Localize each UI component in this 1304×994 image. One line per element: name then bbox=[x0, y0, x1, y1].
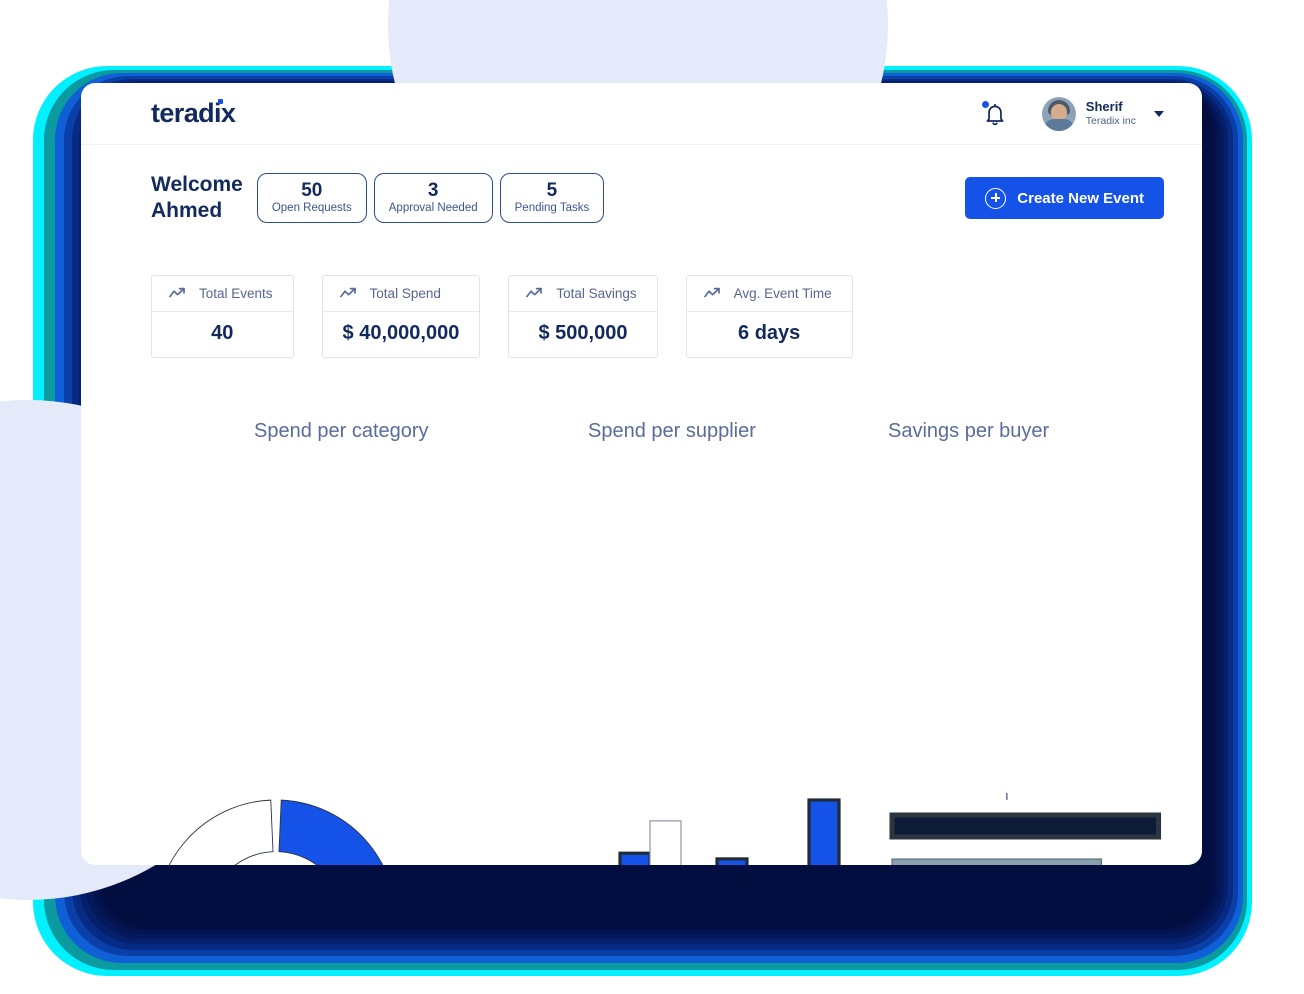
brand-logo[interactable]: teradix bbox=[151, 98, 236, 129]
kpi-row: Total Events 40 Total Spend $ 40,000,000 bbox=[81, 225, 1202, 358]
charts-section: Spend per category Spend per supplier Sa… bbox=[81, 358, 1202, 865]
page-title: Welcome Ahmed bbox=[151, 173, 243, 223]
spend-per-category-donut-chart[interactable] bbox=[151, 795, 401, 866]
brand-accent-dot bbox=[218, 99, 224, 104]
avatar-face bbox=[1050, 103, 1067, 121]
kpi-value: $ 500,000 bbox=[538, 321, 628, 344]
avatar-body bbox=[1043, 118, 1074, 131]
kpi-label: Total Events bbox=[199, 285, 273, 301]
bar[interactable] bbox=[889, 812, 1162, 839]
stat-value: 50 bbox=[301, 180, 323, 202]
notifications-button[interactable] bbox=[981, 100, 1008, 127]
kpi-label: Total Spend bbox=[369, 285, 441, 301]
kpi-card-total-savings[interactable]: Total Savings $ 500,000 bbox=[508, 274, 658, 358]
create-new-event-button[interactable]: Create New Event bbox=[965, 177, 1164, 220]
chart-title-spend-per-category: Spend per category bbox=[254, 419, 429, 442]
chart-title-spend-per-supplier: Spend per supplier bbox=[588, 419, 756, 442]
kpi-value: 40 bbox=[211, 321, 234, 344]
kpi-card-total-spend[interactable]: Total Spend $ 40,000,000 bbox=[321, 274, 481, 358]
kpi-card-avg-event-time[interactable]: Avg. Event Time 6 days bbox=[685, 274, 853, 358]
kpi-header: Total Spend bbox=[322, 276, 480, 312]
stat-pill-open-requests[interactable]: 50 Open Requests bbox=[256, 173, 367, 224]
chart-tick-mark bbox=[1006, 792, 1008, 800]
kpi-value: 6 days bbox=[738, 321, 801, 344]
stat-label: Open Requests bbox=[271, 202, 352, 215]
kpi-header: Avg. Event Time bbox=[686, 276, 852, 312]
welcome-section: Welcome Ahmed 50 Open Requests 3 Approva… bbox=[81, 145, 1202, 225]
savings-per-buyer-bar-chart[interactable] bbox=[888, 775, 1178, 866]
donut-slice[interactable] bbox=[156, 799, 274, 865]
app-header: teradix Sherif Teradix inc bbox=[81, 83, 1202, 145]
stat-value: 3 bbox=[427, 180, 439, 202]
avatar bbox=[1041, 96, 1076, 131]
chart-title-savings-per-buyer: Savings per buyer bbox=[888, 419, 1050, 442]
kpi-label: Avg. Event Time bbox=[733, 285, 832, 301]
user-info: Sherif Teradix inc bbox=[1086, 99, 1136, 128]
user-organization: Teradix inc bbox=[1085, 115, 1136, 128]
stat-label: Approval Needed bbox=[388, 202, 478, 215]
user-name: Sherif bbox=[1085, 98, 1123, 114]
notification-unread-dot bbox=[981, 100, 989, 108]
trend-up-icon bbox=[169, 287, 185, 298]
kpi-header: Total Events bbox=[152, 276, 293, 312]
donut-slice[interactable] bbox=[278, 799, 396, 865]
trend-up-icon bbox=[339, 287, 356, 298]
spend-per-supplier-bar-chart[interactable] bbox=[470, 795, 850, 866]
stat-value: 5 bbox=[546, 180, 558, 202]
kpi-card-total-events[interactable]: Total Events 40 bbox=[151, 274, 294, 358]
dashboard-card: teradix Sherif Teradix inc Welcome Ahmed… bbox=[81, 83, 1202, 865]
stat-pill-pending-tasks[interactable]: 5 Pending Tasks bbox=[499, 173, 605, 224]
kpi-label: Total Savings bbox=[556, 285, 637, 301]
screenshot-root: teradix Sherif Teradix inc Welcome Ahmed… bbox=[0, 0, 1304, 994]
chevron-down-icon[interactable] bbox=[1154, 110, 1164, 117]
user-menu[interactable]: Sherif Teradix inc bbox=[1041, 96, 1164, 131]
bar[interactable] bbox=[618, 851, 652, 865]
kpi-header: Total Savings bbox=[509, 276, 657, 312]
stat-label: Pending Tasks bbox=[514, 202, 590, 215]
bar[interactable] bbox=[891, 858, 1102, 866]
bar[interactable] bbox=[807, 797, 841, 866]
bar[interactable] bbox=[715, 856, 749, 865]
bar[interactable] bbox=[649, 819, 682, 865]
trend-up-icon bbox=[703, 287, 720, 298]
stat-pill-approval-needed[interactable]: 3 Approval Needed bbox=[373, 173, 493, 224]
trend-up-icon bbox=[526, 287, 543, 298]
create-new-event-label: Create New Event bbox=[1017, 189, 1144, 207]
kpi-value: $ 40,000,000 bbox=[342, 321, 460, 344]
plus-circle-icon bbox=[985, 187, 1007, 209]
